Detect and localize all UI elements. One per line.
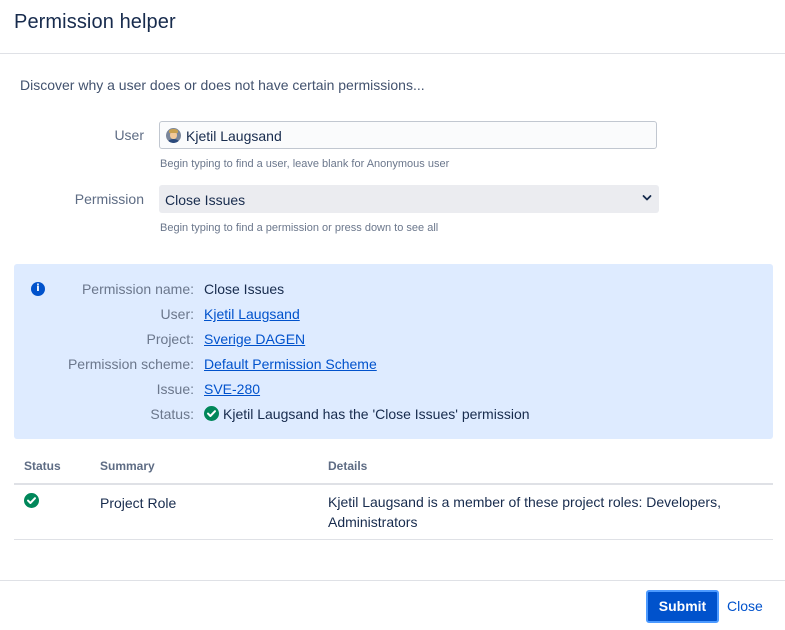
user-picker-value: Kjetil Laugsand [186,128,282,144]
avatar [166,128,181,143]
issue-link[interactable]: SVE-280 [204,381,260,397]
permission-label: Permission [74,191,144,207]
footer-divider [0,580,785,581]
check-circle-icon [204,406,219,421]
status-text: Kjetil Laugsand has the 'Close Issues' p… [223,406,530,422]
permission-info-panel: i Permission name: Close Issues User: Kj… [14,264,773,439]
row-summary: Project Role [100,495,177,511]
check-circle-icon [24,493,39,508]
user-picker-input[interactable]: Kjetil Laugsand [159,121,657,149]
permission-select[interactable]: Close Issues [159,185,659,213]
info-label-project: Project: [146,331,194,347]
table-row-divider [14,539,773,540]
permission-scheme-link[interactable]: Default Permission Scheme [204,356,377,372]
table-header-divider [14,483,773,485]
dialog-header: Permission helper [0,0,785,54]
user-help-text: Begin typing to find a user, leave blank… [160,158,450,170]
row-details-line-2: Administrators [328,514,418,530]
user-label: User [114,127,144,143]
column-header-summary: Summary [100,459,155,473]
status-message: Kjetil Laugsand has the 'Close Issues' p… [204,406,530,422]
close-link[interactable]: Close [727,598,763,614]
info-label-user: User: [160,306,194,322]
chevron-down-icon [642,195,652,201]
permission-select-value: Close Issues [165,192,246,208]
permission-help-text: Begin typing to find a permission or pre… [160,222,439,234]
project-link[interactable]: Sverige DAGEN [204,331,305,347]
info-label-status: Status: [150,406,194,422]
column-header-status: Status [24,459,61,473]
submit-button[interactable]: Submit [646,590,719,623]
info-label-issue: Issue: [156,381,194,397]
intro-text: Discover why a user does or does not hav… [20,77,425,93]
column-header-details: Details [328,459,368,473]
dialog-title: Permission helper [14,11,176,33]
info-value-permission-name: Close Issues [204,281,285,297]
info-label-permission-name: Permission name: [81,281,194,297]
row-details-line-1: Kjetil Laugsand is a member of these pro… [328,494,721,510]
info-label-permission-scheme: Permission scheme: [67,356,194,372]
user-link[interactable]: Kjetil Laugsand [204,306,300,322]
